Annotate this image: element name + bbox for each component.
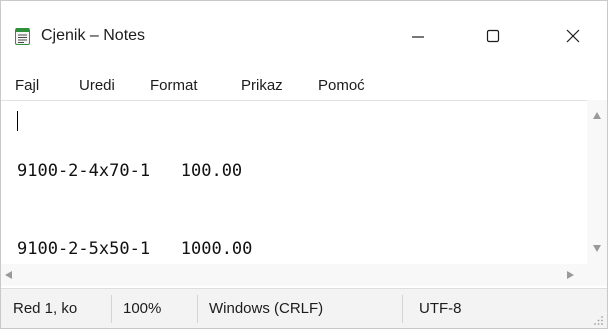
status-divider: [197, 295, 198, 323]
scrollbar-corner: [587, 264, 607, 286]
scroll-left-icon[interactable]: [5, 271, 12, 279]
scroll-down-icon[interactable]: [593, 245, 601, 252]
vertical-scrollbar[interactable]: [587, 100, 607, 264]
status-cursor-position: Red 1, ko: [13, 300, 78, 317]
text-editor[interactable]: 9100-2-4x70-1 100.00 9100-2-5x50-1 1000.…: [1, 100, 607, 263]
window-title: Cjenik – Notes: [41, 27, 146, 44]
notepad-window: Cjenik – Notes Fajl Uredi Format Prikaz …: [0, 0, 608, 329]
editor-line: 9100-2-4x70-1 100.00: [17, 161, 243, 181]
menu-bar: Fajl Uredi Format Prikaz Pomoć: [1, 73, 607, 99]
maximize-button[interactable]: [471, 19, 515, 53]
menu-edit[interactable]: Uredi: [79, 77, 115, 95]
status-divider: [111, 295, 112, 323]
status-line-ending: Windows (CRLF): [209, 300, 324, 317]
notepad-icon: [15, 28, 30, 45]
scroll-right-icon[interactable]: [567, 271, 574, 279]
title-bar[interactable]: Cjenik – Notes: [1, 1, 607, 65]
scroll-up-icon[interactable]: [593, 112, 601, 119]
status-encoding: UTF-8: [419, 300, 462, 317]
menu-file[interactable]: Fajl: [15, 77, 39, 95]
editor-line: 9100-2-5x50-1 1000.00: [17, 239, 253, 259]
resize-grip-icon[interactable]: [594, 316, 604, 326]
maximize-icon: [486, 29, 500, 43]
status-divider: [402, 295, 403, 323]
text-caret: [17, 111, 18, 131]
status-zoom: 100%: [123, 300, 162, 317]
menu-format[interactable]: Format: [150, 77, 198, 95]
horizontal-scrollbar[interactable]: [1, 264, 587, 286]
menu-help[interactable]: Pomoć: [318, 77, 365, 95]
close-icon: [566, 29, 580, 43]
close-button[interactable]: [551, 19, 595, 53]
minimize-icon: [412, 36, 424, 38]
menu-view[interactable]: Prikaz: [241, 77, 283, 95]
status-bar: Red 1, ko 100% Windows (CRLF) UTF-8: [1, 288, 607, 328]
minimize-button[interactable]: [396, 19, 440, 53]
